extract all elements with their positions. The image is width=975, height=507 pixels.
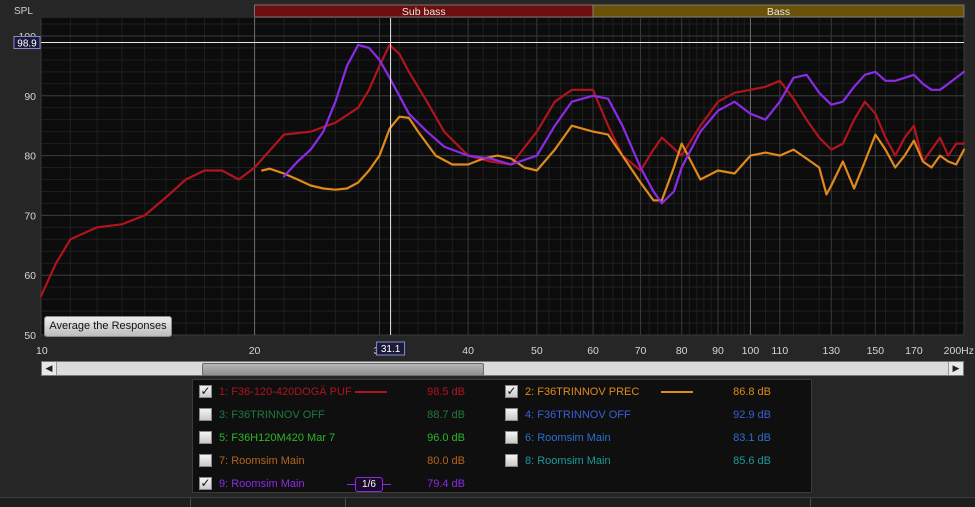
legend-line-swatch	[661, 391, 693, 393]
x-tick-label: 70	[635, 345, 647, 357]
legend-label: 1: F36-120-420DOGÄ PUF	[219, 386, 352, 398]
x-tick-label: 60	[587, 345, 599, 357]
scroll-left-icon[interactable]: ◀	[42, 362, 57, 375]
checkbox-unchecked-icon[interactable]	[505, 454, 518, 467]
legend-value: 98.5 dB	[427, 386, 465, 398]
average-responses-button[interactable]: Average the Responses	[44, 316, 172, 337]
legend-item: 5: F36H120M420 Mar 7 96.0 dB	[199, 429, 499, 447]
x-tick-label: 150	[867, 345, 885, 357]
x-tick-label: 130	[823, 345, 841, 357]
smoothing-badge[interactable]: 1/6	[347, 477, 391, 492]
checkbox-checked-icon[interactable]: ✓	[505, 385, 518, 398]
legend-item: ✓ 1: F36-120-420DOGÄ PUF 98.5 dB	[199, 383, 499, 401]
x-tick-label: 170	[905, 345, 923, 357]
checkbox-unchecked-icon[interactable]	[199, 408, 212, 421]
legend-value: 88.7 dB	[427, 409, 465, 421]
legend-label: 5: F36H120M420 Mar 7	[219, 432, 336, 444]
checkbox-unchecked-icon[interactable]	[199, 454, 212, 467]
scroll-right-icon[interactable]: ▶	[948, 362, 963, 375]
legend-item: 3: F36TRINNOV OFF 88.7 dB	[199, 406, 499, 424]
legend-label: 3: F36TRINNOV OFF	[219, 409, 325, 421]
legend-item: 6: Roomsim Main 83.1 dB	[505, 429, 805, 447]
legend-item: 8: Roomsim Main 85.6 dB	[505, 452, 805, 470]
legend-value: 96.0 dB	[427, 432, 465, 444]
y-tick-label: 90	[24, 91, 36, 103]
x-tick-label: 90	[712, 345, 724, 357]
legend-item: ✓ 9: Roomsim Main 1/6 79.4 dB	[199, 475, 499, 493]
legend-label: 7: Roomsim Main	[219, 455, 305, 467]
x-tick-label: 100	[742, 345, 760, 357]
frequency-scrollbar[interactable]: ◀ ▶	[41, 361, 964, 376]
legend-value: 85.6 dB	[733, 455, 771, 467]
legend-value: 86.8 dB	[733, 386, 771, 398]
band-label: Bass	[767, 6, 790, 18]
checkbox-checked-icon[interactable]: ✓	[199, 385, 212, 398]
y-tick-label: 60	[24, 270, 36, 282]
scrollbar-thumb[interactable]	[202, 363, 484, 376]
x-tick-label: 50	[531, 345, 543, 357]
legend-value: 80.0 dB	[427, 455, 465, 467]
legend-line-swatch	[355, 391, 387, 393]
x-tick-label: 20	[249, 345, 261, 357]
legend-item: 7: Roomsim Main 80.0 dB	[199, 452, 499, 470]
left-panel	[0, 0, 41, 360]
y-tick-label: 50	[24, 330, 36, 342]
legend-value: 83.1 dB	[733, 432, 771, 444]
legend-value: 92.9 dB	[733, 409, 771, 421]
y-axis-title: SPL	[14, 6, 33, 17]
legend-label: 6: Roomsim Main	[525, 432, 611, 444]
x-tick-label: 200Hz	[944, 345, 974, 357]
cursor-y-readout: 98.9	[17, 39, 37, 50]
y-tick-label: 80	[24, 151, 36, 163]
spl-chart[interactable]: Sub bassBassSPL5060708090100102030405060…	[0, 0, 975, 360]
cursor-x-readout: 31.1	[381, 344, 401, 355]
band-label: Sub bass	[402, 6, 446, 18]
legend-item: 4: F36TRINNOV OFF 92.9 dB	[505, 406, 805, 424]
x-tick-label: 10	[36, 345, 48, 357]
legend-label: 8: Roomsim Main	[525, 455, 611, 467]
x-tick-label: 80	[676, 345, 688, 357]
measurement-legend: ✓ 1: F36-120-420DOGÄ PUF 98.5 dB ✓ 2: F36TRI…	[192, 379, 812, 493]
checkbox-unchecked-icon[interactable]	[199, 431, 212, 444]
y-tick-label: 70	[24, 210, 36, 222]
x-tick-label: 110	[771, 345, 788, 357]
legend-label: 9: Roomsim Main	[219, 478, 305, 490]
legend-label: 2: F36TRINNOV PREC	[525, 386, 640, 398]
legend-label: 4: F36TRINNOV OFF	[525, 409, 631, 421]
checkbox-unchecked-icon[interactable]	[505, 408, 518, 421]
x-tick-label: 40	[462, 345, 474, 357]
legend-value: 79.4 dB	[427, 478, 465, 490]
checkbox-checked-icon[interactable]: ✓	[199, 477, 212, 490]
legend-item: ✓ 2: F36TRINNOV PREC 86.8 dB	[505, 383, 805, 401]
checkbox-unchecked-icon[interactable]	[505, 431, 518, 444]
